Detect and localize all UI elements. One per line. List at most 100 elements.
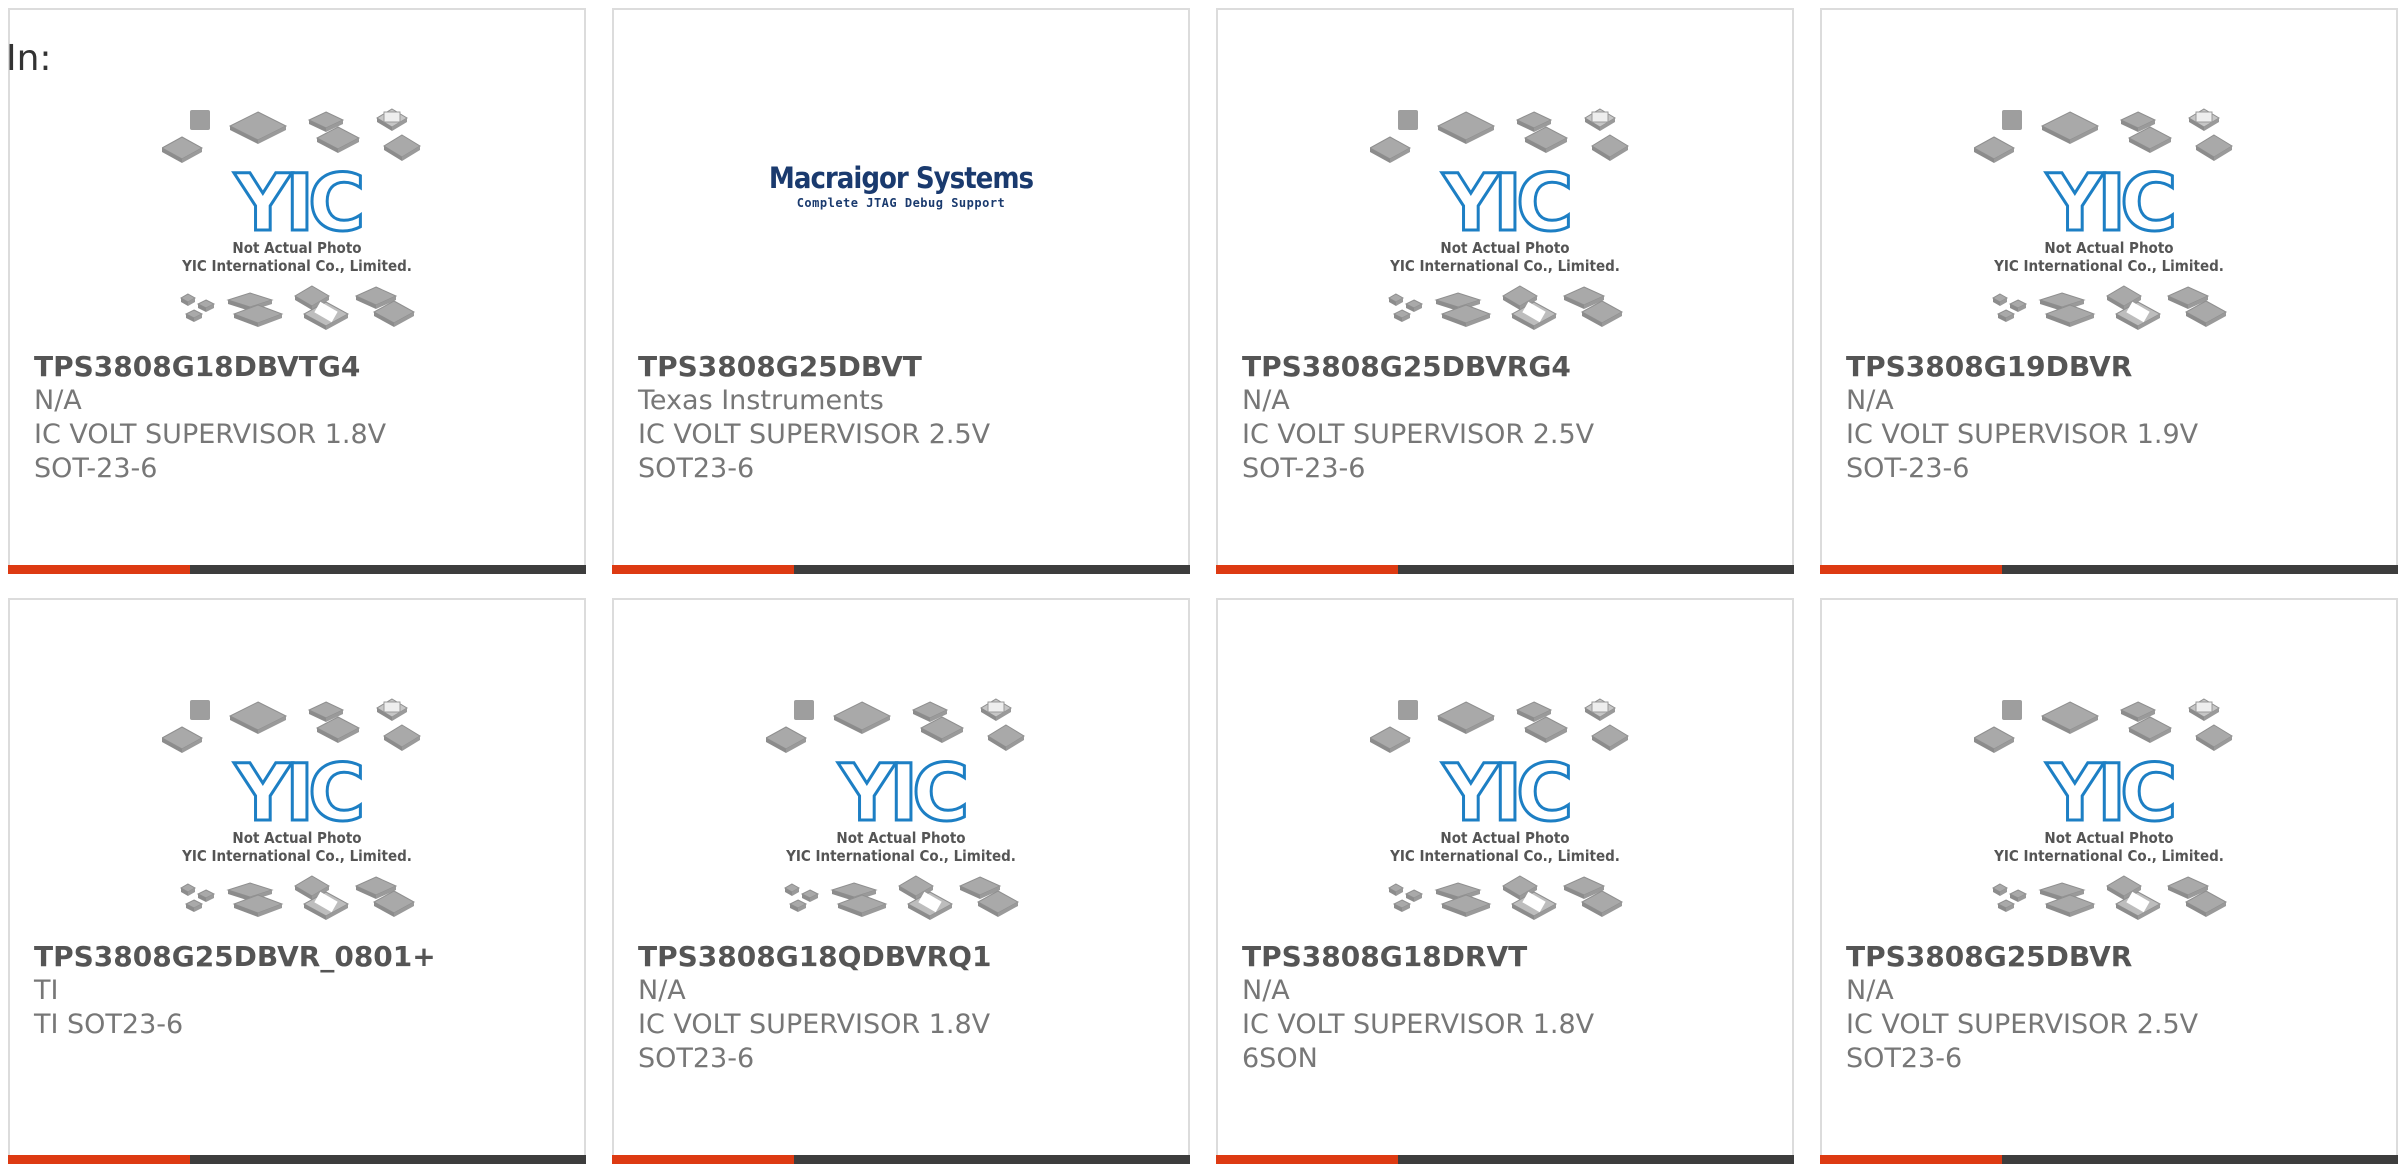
product-card[interactable]: YIC Not Actual Photo YIC International Co.… [1216, 8, 1794, 574]
not-actual-photo-label: Not Actual Photo [232, 829, 361, 847]
yic-placeholder-image: YICNot Actual PhotoYIC International Co.… [1370, 698, 1629, 920]
product-card[interactable]: Macraigor Systems Complete JTAG Debug Sup… [612, 8, 1190, 574]
macraigor-title: Macraigor Systems [769, 161, 1034, 195]
manufacturer: N/A [638, 975, 686, 1006]
chip-cluster-bottom-icon [783, 875, 1020, 920]
product-image-yic: YIC Not Actual Photo YIC International Co.… [1218, 90, 1792, 348]
description: IC VOLT SUPERVISOR 1.8V SOT23-6 [638, 1009, 991, 1074]
card-bottom-bar [1820, 1155, 2398, 1164]
company-label: YIC International Co., Limited. [181, 257, 412, 275]
yic-logo-icon: YIC [232, 158, 369, 251]
yic-placeholder-image: YICNot Actual PhotoYIC International Co.… [1974, 698, 2233, 920]
card-bottom-bar [1216, 565, 1794, 574]
product-image-yic: YIC Not Actual Photo YIC International Co.… [10, 680, 584, 938]
not-actual-photo-label: Not Actual Photo [1440, 239, 1569, 257]
yic-logo-text: YIC [1442, 749, 1570, 839]
chip-cluster-top-icon [1370, 108, 1629, 163]
product-image-yic: YIC Not Actual Photo YIC International Co.… [1218, 680, 1792, 938]
product-card[interactable]: YIC Not Actual Photo YIC International Co.… [1820, 598, 2398, 1164]
product-card[interactable]: YIC Not Actual Photo YIC International Co.… [8, 8, 586, 574]
chip-cluster-top-icon [1974, 108, 2233, 163]
manufacturer: TI [34, 975, 59, 1006]
manufacturer: N/A [1846, 385, 1894, 416]
yic-logo-text: YIC [234, 749, 362, 839]
card-accent [1820, 565, 2002, 574]
company-label: YIC International Co., Limited. [1389, 847, 1620, 865]
part-number[interactable]: TPS3808G25DBVR [1846, 940, 2286, 974]
chip-cluster-bottom-icon [179, 285, 416, 330]
chip-cluster-bottom-icon [1991, 285, 2228, 330]
card-accent [8, 565, 190, 574]
manufacturer: N/A [1846, 975, 1894, 1006]
not-actual-photo-label: Not Actual Photo [1440, 829, 1569, 847]
yic-placeholder-image: YICNot Actual PhotoYIC International Co.… [162, 108, 421, 330]
chip-cluster-top-icon [1974, 698, 2233, 753]
yic-placeholder-image: YICNot Actual PhotoYIC International Co.… [1974, 108, 2233, 330]
part-number[interactable]: TPS3808G25DBVRG4 [1242, 350, 1682, 384]
card-bottom-bar [1216, 1155, 1794, 1164]
yic-logo-text: YIC [2046, 749, 2174, 839]
card-bottom-bar [8, 1155, 586, 1164]
yic-logo-icon: YIC [1440, 158, 1577, 251]
description: IC VOLT SUPERVISOR 2.5V SOT23-6 [638, 419, 991, 484]
description: IC VOLT SUPERVISOR 1.8V 6SON [1242, 1009, 1595, 1074]
chip-cluster-bottom-icon [1387, 875, 1624, 920]
not-actual-photo-label: Not Actual Photo [2044, 829, 2173, 847]
company-label: YIC International Co., Limited. [181, 847, 412, 865]
product-image-macraigor: Macraigor Systems Complete JTAG Debug Sup… [614, 90, 1188, 348]
product-image-yic: YIC Not Actual Photo YIC International Co.… [10, 90, 584, 348]
product-card[interactable]: YIC Not Actual Photo YIC International Co.… [612, 598, 1190, 1164]
not-actual-photo-label: Not Actual Photo [2044, 239, 2173, 257]
section-heading: In: [6, 38, 52, 79]
card-accent [1820, 1155, 2002, 1164]
card-accent [612, 565, 794, 574]
card-accent [8, 1155, 190, 1164]
macraigor-logo-icon: Macraigor SystemsComplete JTAG Debug Sup… [769, 161, 1035, 210]
chip-cluster-top-icon [1370, 698, 1629, 753]
product-image-yic: YIC Not Actual Photo YIC International Co.… [1822, 680, 2396, 938]
yic-placeholder-image: YICNot Actual PhotoYIC International Co.… [1370, 108, 1629, 330]
description: IC VOLT SUPERVISOR 1.8V SOT-23-6 [34, 419, 387, 484]
card-accent [1216, 1155, 1398, 1164]
product-card[interactable]: YIC Not Actual Photo YIC International Co.… [1216, 598, 1794, 1164]
manufacturer: N/A [1242, 975, 1290, 1006]
yic-logo-icon: YIC [232, 748, 369, 841]
product-image-yic: YIC Not Actual Photo YIC International Co.… [614, 680, 1188, 938]
card-bottom-bar [612, 565, 1190, 574]
manufacturer: N/A [1242, 385, 1290, 416]
product-grid: In: YIC Not Actual Photo YIC International… [0, 0, 2400, 1164]
yic-logo-icon: YIC [2044, 158, 2181, 251]
company-label: YIC International Co., Limited. [1993, 847, 2224, 865]
chip-cluster-top-icon [766, 698, 1025, 753]
card-bottom-bar [1820, 565, 2398, 574]
part-number[interactable]: TPS3808G18DRVT [1242, 940, 1682, 974]
card-bottom-bar [612, 1155, 1190, 1164]
part-number[interactable]: TPS3808G25DBVR_0801+ [34, 940, 474, 974]
description: IC VOLT SUPERVISOR 2.5V SOT23-6 [1846, 1009, 2199, 1074]
yic-logo-text: YIC [838, 749, 966, 839]
part-number[interactable]: TPS3808G18QDBVRQ1 [638, 940, 1078, 974]
manufacturer: N/A [34, 385, 82, 416]
macraigor-subtitle: Complete JTAG Debug Support [797, 196, 1006, 210]
yic-placeholder-image: YICNot Actual PhotoYIC International Co.… [766, 698, 1025, 920]
product-card[interactable]: YIC Not Actual Photo YIC International Co.… [8, 598, 586, 1164]
card-accent [612, 1155, 794, 1164]
part-number[interactable]: TPS3808G25DBVT [638, 350, 1078, 384]
card-bottom-bar [8, 565, 586, 574]
product-card[interactable]: YIC Not Actual Photo YIC International Co.… [1820, 8, 2398, 574]
chip-cluster-top-icon [162, 698, 421, 753]
description: TI SOT23-6 [34, 1009, 184, 1040]
company-label: YIC International Co., Limited. [785, 847, 1016, 865]
part-number[interactable]: TPS3808G19DBVR [1846, 350, 2286, 384]
yic-logo-icon: YIC [836, 748, 973, 841]
yic-logo-text: YIC [2046, 159, 2174, 249]
chip-cluster-top-icon [162, 108, 421, 163]
company-label: YIC International Co., Limited. [1993, 257, 2224, 275]
yic-logo-text: YIC [234, 159, 362, 249]
yic-logo-icon: YIC [1440, 748, 1577, 841]
product-image-yic: YIC Not Actual Photo YIC International Co.… [1822, 90, 2396, 348]
company-label: YIC International Co., Limited. [1389, 257, 1620, 275]
part-number[interactable]: TPS3808G18DBVTG4 [34, 350, 474, 384]
yic-logo-text: YIC [1442, 159, 1570, 249]
description: IC VOLT SUPERVISOR 1.9V SOT-23-6 [1846, 419, 2199, 484]
